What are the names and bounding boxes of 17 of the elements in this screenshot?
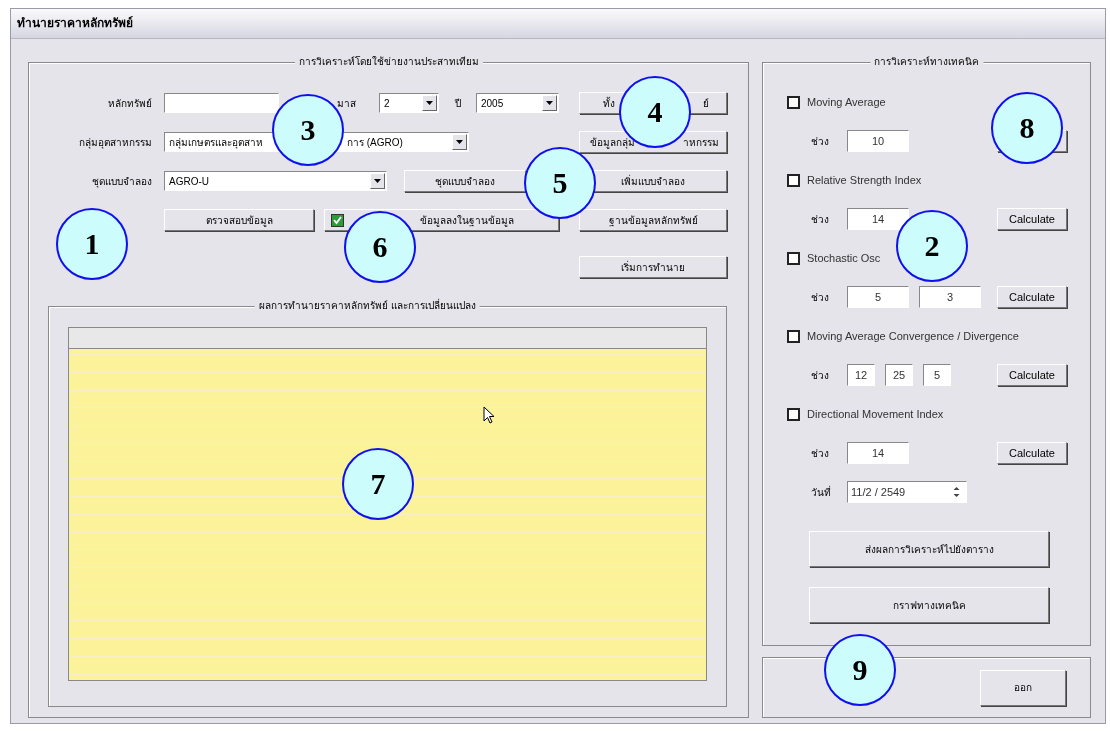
field-label: ช่วง (810, 212, 830, 227)
checkbox-label: Moving Average Convergence / Divergence (807, 330, 1019, 342)
field-label: ช่วง (810, 290, 830, 305)
field-label: กลุ่มอุตสาหกรรม (78, 135, 153, 150)
field-label: ช่วง (810, 134, 830, 149)
checkbox-label: Stochastic Osc (807, 252, 881, 264)
field-label: ปี (453, 96, 462, 111)
checkbox-label: Moving Average (807, 96, 886, 108)
field-label: มาส (337, 96, 357, 111)
field-label: ชุดแบบจำลอง (91, 174, 153, 189)
field-label: ช่วง (810, 368, 830, 383)
field-label: หลักทรัพย์ (107, 96, 153, 111)
field-label: วันที่ (810, 484, 832, 500)
window-title: ทำนายราคาหลักทรัพย์ (11, 9, 1105, 39)
field-label: ช่วง (810, 446, 830, 461)
checkbox-label: Directional Movement Index (807, 408, 944, 420)
checkbox-label: Relative Strength Index (807, 174, 922, 186)
